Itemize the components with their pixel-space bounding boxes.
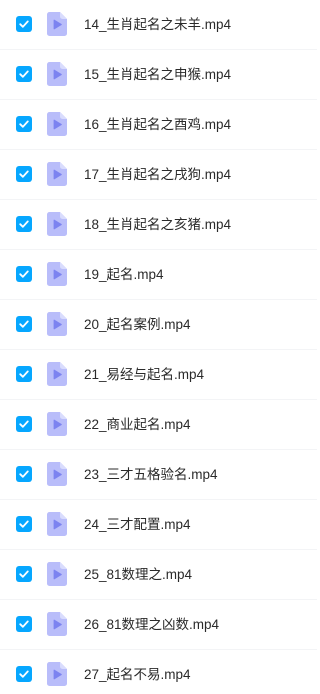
video-file-icon: [47, 262, 67, 286]
file-row[interactable]: 15_生肖起名之申猴.mp4: [0, 50, 317, 100]
checkmark-icon: [19, 170, 29, 178]
row-checkbox[interactable]: [16, 166, 32, 182]
file-name[interactable]: 14_生肖起名之未羊.mp4: [84, 16, 231, 34]
file-row[interactable]: 19_起名.mp4: [0, 250, 317, 300]
file-name[interactable]: 24_三才配置.mp4: [84, 516, 191, 534]
checkmark-icon: [19, 120, 29, 128]
video-file-icon: [47, 212, 67, 236]
file-name[interactable]: 20_起名案例.mp4: [84, 316, 191, 334]
file-name[interactable]: 17_生肖起名之戌狗.mp4: [84, 166, 231, 184]
file-row[interactable]: 22_商业起名.mp4: [0, 400, 317, 450]
video-file-icon: [47, 612, 67, 636]
checkmark-icon: [19, 370, 29, 378]
file-name[interactable]: 21_易经与起名.mp4: [84, 366, 204, 384]
checkmark-icon: [19, 570, 29, 578]
file-name[interactable]: 23_三才五格验名.mp4: [84, 466, 218, 484]
file-row[interactable]: 23_三才五格验名.mp4: [0, 450, 317, 500]
file-name[interactable]: 16_生肖起名之酉鸡.mp4: [84, 116, 231, 134]
video-file-icon: [47, 412, 67, 436]
video-file-icon: [47, 462, 67, 486]
file-name[interactable]: 15_生肖起名之申猴.mp4: [84, 66, 231, 84]
row-checkbox[interactable]: [16, 416, 32, 432]
row-checkbox[interactable]: [16, 366, 32, 382]
file-name[interactable]: 26_81数理之凶数.mp4: [84, 616, 219, 634]
row-checkbox[interactable]: [16, 466, 32, 482]
file-name[interactable]: 27_起名不易.mp4: [84, 666, 191, 684]
file-row[interactable]: 25_81数理之.mp4: [0, 550, 317, 600]
file-row[interactable]: 21_易经与起名.mp4: [0, 350, 317, 400]
checkmark-icon: [19, 270, 29, 278]
file-row[interactable]: 24_三才配置.mp4: [0, 500, 317, 550]
row-checkbox[interactable]: [16, 16, 32, 32]
file-row[interactable]: 26_81数理之凶数.mp4: [0, 600, 317, 650]
video-file-icon: [47, 62, 67, 86]
file-row[interactable]: 14_生肖起名之未羊.mp4: [0, 0, 317, 50]
file-name[interactable]: 22_商业起名.mp4: [84, 416, 191, 434]
checkmark-icon: [19, 20, 29, 28]
file-row[interactable]: 27_起名不易.mp4: [0, 650, 317, 694]
file-row[interactable]: 17_生肖起名之戌狗.mp4: [0, 150, 317, 200]
video-file-icon: [47, 162, 67, 186]
video-file-icon: [47, 512, 67, 536]
row-checkbox[interactable]: [16, 316, 32, 332]
row-checkbox[interactable]: [16, 216, 32, 232]
checkmark-icon: [19, 420, 29, 428]
checkmark-icon: [19, 220, 29, 228]
row-checkbox[interactable]: [16, 566, 32, 582]
row-checkbox[interactable]: [16, 66, 32, 82]
file-list: 14_生肖起名之未羊.mp4 15_生肖起名之申猴.mp4 16_生肖起名之酉鸡.m…: [0, 0, 317, 694]
video-file-icon: [47, 312, 67, 336]
file-row[interactable]: 18_生肖起名之亥猪.mp4: [0, 200, 317, 250]
row-checkbox[interactable]: [16, 666, 32, 682]
file-name[interactable]: 19_起名.mp4: [84, 266, 164, 284]
checkmark-icon: [19, 620, 29, 628]
checkmark-icon: [19, 70, 29, 78]
row-checkbox[interactable]: [16, 116, 32, 132]
file-name[interactable]: 25_81数理之.mp4: [84, 566, 192, 584]
video-file-icon: [47, 562, 67, 586]
checkmark-icon: [19, 670, 29, 678]
video-file-icon: [47, 112, 67, 136]
checkmark-icon: [19, 520, 29, 528]
row-checkbox[interactable]: [16, 516, 32, 532]
file-row[interactable]: 20_起名案例.mp4: [0, 300, 317, 350]
file-name[interactable]: 18_生肖起名之亥猪.mp4: [84, 216, 231, 234]
checkmark-icon: [19, 320, 29, 328]
video-file-icon: [47, 662, 67, 686]
checkmark-icon: [19, 470, 29, 478]
file-row[interactable]: 16_生肖起名之酉鸡.mp4: [0, 100, 317, 150]
video-file-icon: [47, 362, 67, 386]
row-checkbox[interactable]: [16, 266, 32, 282]
row-checkbox[interactable]: [16, 616, 32, 632]
video-file-icon: [47, 12, 67, 36]
